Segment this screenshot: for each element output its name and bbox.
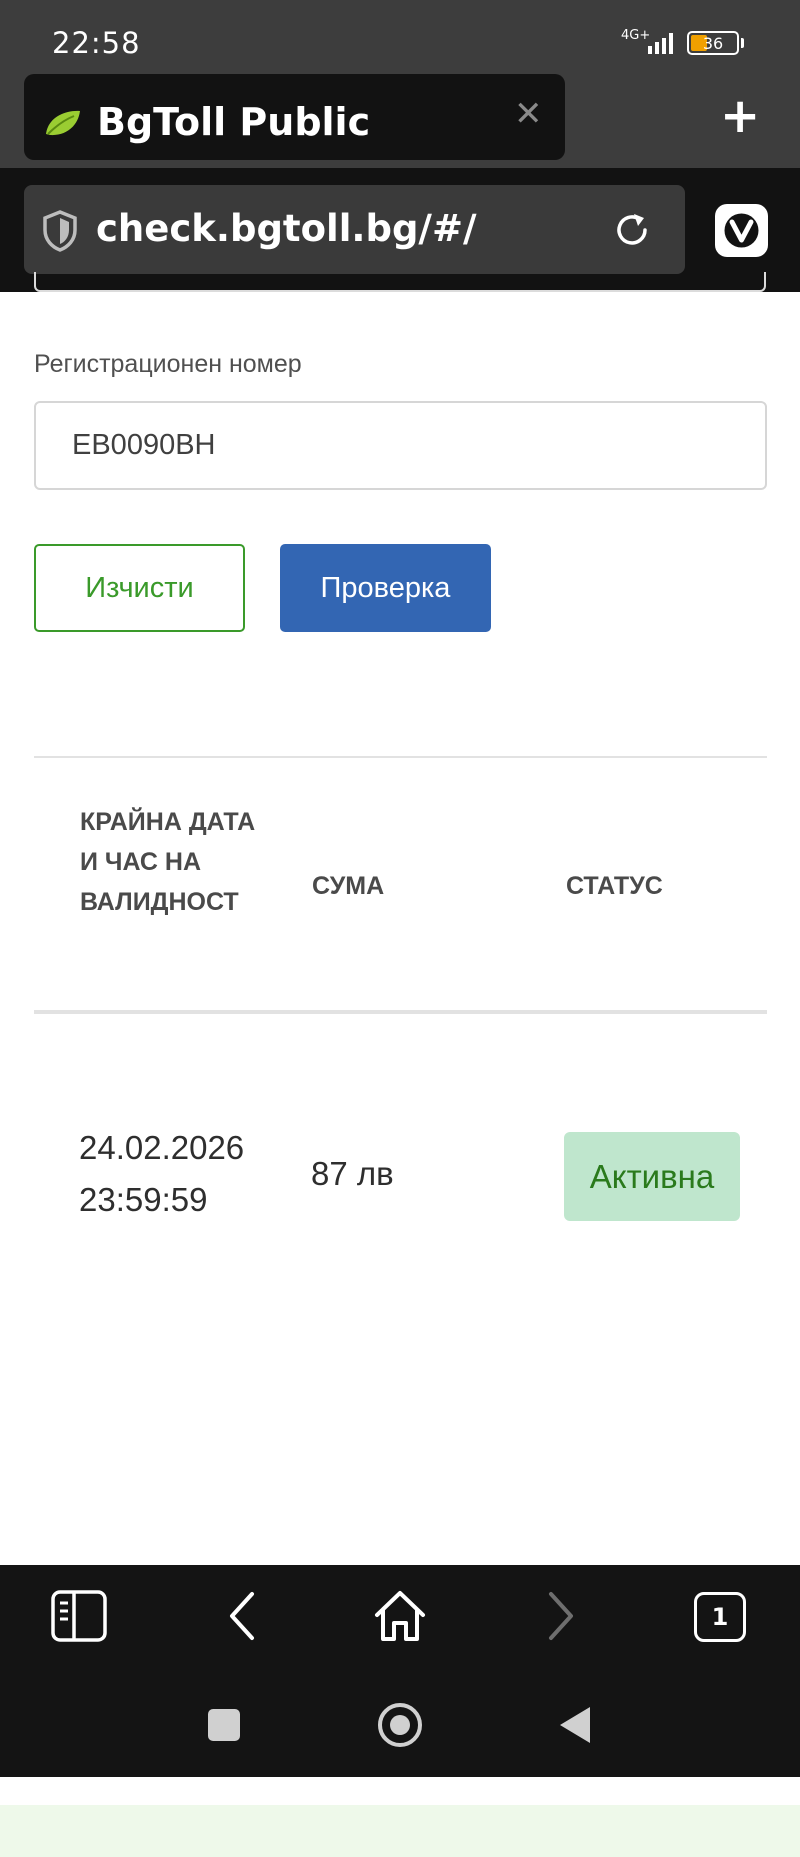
circle-icon-dot [390, 1715, 410, 1735]
url-text[interactable]: check.bgtoll.bg/#/ [96, 207, 476, 250]
vivaldi-icon[interactable] [715, 204, 768, 257]
shield-icon[interactable] [42, 210, 78, 252]
header-status: СТАТУС [566, 872, 663, 900]
reload-icon[interactable] [612, 210, 652, 250]
battery-icon: 36 [687, 31, 739, 55]
clear-button[interactable]: Изчисти [34, 544, 245, 632]
tab-strip: BgToll Public ✕ + [0, 74, 800, 168]
status-badge: Активна [564, 1132, 740, 1221]
table-divider [34, 756, 767, 758]
network-type: 4G+ [621, 28, 651, 43]
circle-icon[interactable] [378, 1703, 422, 1747]
header-validity-date: КРАЙНА ДАТА И ЧАС НА ВАЛИДНОСТ [80, 808, 256, 916]
triangle-back-icon[interactable] [560, 1707, 590, 1743]
leaf-icon [46, 110, 80, 136]
square-icon[interactable] [208, 1709, 240, 1741]
row-validity-date: 24.02.2026 23:59:59 [79, 1122, 279, 1226]
panel-icon[interactable] [50, 1589, 108, 1643]
home-icon[interactable] [372, 1589, 428, 1643]
previous-field-edge [34, 272, 766, 292]
status-time: 22:58 [52, 26, 141, 60]
battery-tip [741, 38, 744, 48]
close-icon[interactable]: ✕ [514, 94, 543, 134]
row-date: 24.02.2026 [79, 1129, 245, 1166]
footer-strip [0, 1805, 800, 1857]
battery-level: 36 [702, 34, 724, 53]
system-nav-bar [0, 1673, 800, 1777]
browser-toolbar: 1 [0, 1565, 800, 1673]
vivaldi-logo [724, 213, 759, 248]
page-content: Регистрационен номер Изчисти Проверка КР… [0, 272, 800, 1857]
signal-icon [648, 33, 673, 54]
plus-icon[interactable]: + [720, 88, 760, 144]
chevron-left-icon[interactable] [225, 1589, 259, 1643]
tab-title: BgToll Public [97, 100, 371, 144]
plate-input[interactable] [34, 401, 767, 490]
check-button[interactable]: Проверка [280, 544, 491, 632]
row-amount: 87 лв [311, 1155, 394, 1192]
table-header-divider [34, 1010, 767, 1014]
url-field[interactable]: check.bgtoll.bg/#/ [24, 185, 685, 274]
header-amount: СУМА [312, 872, 385, 900]
status-bar: 22:58 4G+ 36 [0, 0, 800, 74]
tab-count-button[interactable]: 1 [694, 1592, 746, 1642]
row-time: 23:59:59 [79, 1181, 208, 1218]
browser-tab[interactable]: BgToll Public ✕ [24, 74, 565, 160]
chevron-right-icon[interactable] [544, 1589, 578, 1643]
plate-label: Регистрационен номер [34, 350, 302, 378]
